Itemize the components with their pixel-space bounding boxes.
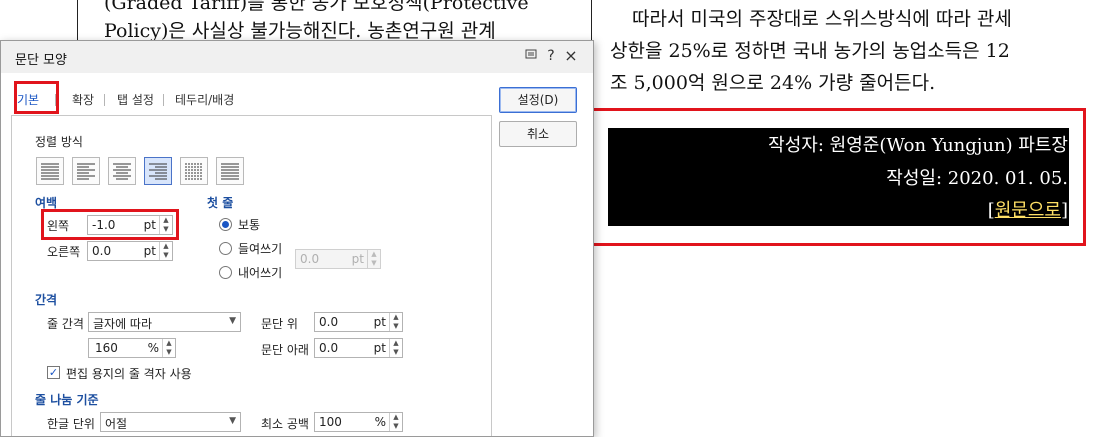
first-line-indent-label[interactable]: 들여쓰기 (238, 240, 282, 257)
cancel-button[interactable]: 취소 (499, 121, 577, 147)
space-above-input[interactable]: 0.0 pt ▲ ▼ (314, 312, 403, 332)
align-justify-button[interactable] (36, 157, 64, 185)
margin-right-unit: pt (143, 244, 156, 258)
first-line-section-label: 첫 줄 (207, 196, 234, 210)
first-line-indent-radio[interactable] (219, 242, 232, 255)
left-column-border (77, 0, 78, 40)
space-below-label: 문단 아래 (261, 343, 309, 357)
min-space-spinner[interactable]: ▲ ▼ (389, 413, 402, 431)
min-space-unit: % (374, 415, 386, 429)
margin-right-input[interactable]: 0.0 pt ▲ ▼ (87, 241, 173, 261)
first-line-normal-radio[interactable] (219, 218, 232, 231)
min-space-input[interactable]: 100 % ▲ ▼ (314, 412, 403, 432)
first-line-unit: pt (351, 252, 364, 266)
align-left-icon (77, 163, 95, 180)
paragraph-dialog: 문단 모양 ? × 기본 확장 탭 설정 테두리/배경 설정(D) 취소 정렬 … (0, 40, 594, 437)
align-right-icon (149, 163, 167, 180)
doc-right-line-1: 따라서 미국의 주장대로 스위스방식에 따라 관세 (632, 8, 1012, 30)
doc-right-line-3: 조 5,000억 원으로 24% 가량 줄어든다. (610, 72, 936, 94)
line-spacing-unit: % (147, 341, 159, 355)
first-line-outdent-radio[interactable] (219, 266, 232, 279)
hangul-unit-value: 어절 (105, 417, 128, 431)
highlight-box-basic-tab (14, 81, 59, 114)
first-line-value: 0.0 (300, 252, 320, 266)
margin-right-value: 0.0 (92, 244, 112, 258)
doc-left-line-1: (Graded Tariff)를 통한 농가 보호정책(Protective (104, 0, 529, 14)
first-line-spinner[interactable]: ▲ ▼ (367, 250, 380, 268)
line-break-section-label: 줄 나눔 기준 (35, 393, 99, 407)
first-line-outdent-label[interactable]: 내어쓰기 (238, 264, 282, 281)
space-above-unit: pt (373, 315, 386, 329)
close-icon[interactable]: × (563, 46, 579, 65)
ok-button[interactable]: 설정(D) (499, 87, 577, 113)
chevron-down-icon: ▼ (229, 316, 236, 326)
tab-extended[interactable]: 확장 (72, 91, 94, 108)
align-justify-icon (41, 163, 59, 180)
space-above-value: 0.0 (319, 315, 339, 329)
chevron-down-icon: ▼ (229, 416, 236, 426)
min-space-label: 최소 공백 (261, 417, 309, 431)
line-spacing-type-value: 글자에 따라 (93, 317, 153, 331)
align-left-button[interactable] (72, 157, 100, 185)
line-spacing-label: 줄 간격 (47, 317, 84, 331)
tab-separator (163, 94, 164, 106)
align-divide-button[interactable] (216, 157, 244, 185)
margin-right-spinner[interactable]: ▲ ▼ (159, 242, 172, 260)
space-above-spinner[interactable]: ▲ ▼ (389, 313, 402, 331)
highlight-box-left-margin (41, 209, 179, 240)
spacing-section-label: 간격 (35, 293, 58, 307)
first-line-value-input[interactable]: 0.0 pt ▲ ▼ (295, 249, 381, 269)
align-distribute-button[interactable] (180, 157, 208, 185)
line-spacing-type-select[interactable]: 글자에 따라 ▼ (88, 312, 241, 332)
align-distribute-icon (185, 163, 203, 180)
line-spacing-value: 160 (95, 341, 118, 355)
hangul-unit-select[interactable]: 어절 ▼ (100, 412, 241, 432)
tab-border-background[interactable]: 테두리/배경 (175, 91, 234, 108)
space-below-unit: pt (373, 341, 386, 355)
dialog-title: 문단 모양 (15, 53, 67, 68)
line-grid-label[interactable]: 편집 용지의 줄 격자 사용 (66, 365, 192, 382)
line-spacing-spinner[interactable]: ▲ ▼ (162, 339, 175, 357)
space-below-value: 0.0 (319, 341, 339, 355)
dialog-titlebar[interactable]: 문단 모양 ? × (1, 41, 593, 73)
align-center-icon (113, 163, 131, 180)
line-spacing-value-input[interactable]: 160 % ▲ ▼ (88, 338, 176, 358)
highlight-box-author (590, 108, 1086, 246)
alignment-label: 정렬 방식 (35, 135, 83, 149)
tab-separator (104, 94, 105, 106)
min-space-value: 100 (319, 415, 342, 429)
restore-icon[interactable] (523, 48, 539, 64)
first-line-normal-label[interactable]: 보통 (238, 216, 260, 233)
hangul-unit-label: 한글 단위 (47, 417, 95, 431)
tab-tab-settings[interactable]: 탭 설정 (117, 91, 154, 108)
space-below-spinner[interactable]: ▲ ▼ (389, 339, 402, 357)
space-below-input[interactable]: 0.0 pt ▲ ▼ (314, 338, 403, 358)
align-center-button[interactable] (108, 157, 136, 185)
margin-right-label: 오른쪽 (47, 245, 81, 259)
align-divide-icon (221, 163, 239, 180)
space-above-label: 문단 위 (261, 317, 298, 331)
doc-left-line-2: Policy)은 사실상 불가능해진다. 농촌연구원 관계 (104, 20, 496, 42)
help-icon[interactable]: ? (543, 48, 559, 64)
align-right-button[interactable] (144, 157, 172, 185)
line-grid-checkbox[interactable]: ✓ (47, 366, 60, 379)
doc-right-line-2: 상한을 25%로 정하면 국내 농가의 농업소득은 12 (610, 40, 1010, 62)
